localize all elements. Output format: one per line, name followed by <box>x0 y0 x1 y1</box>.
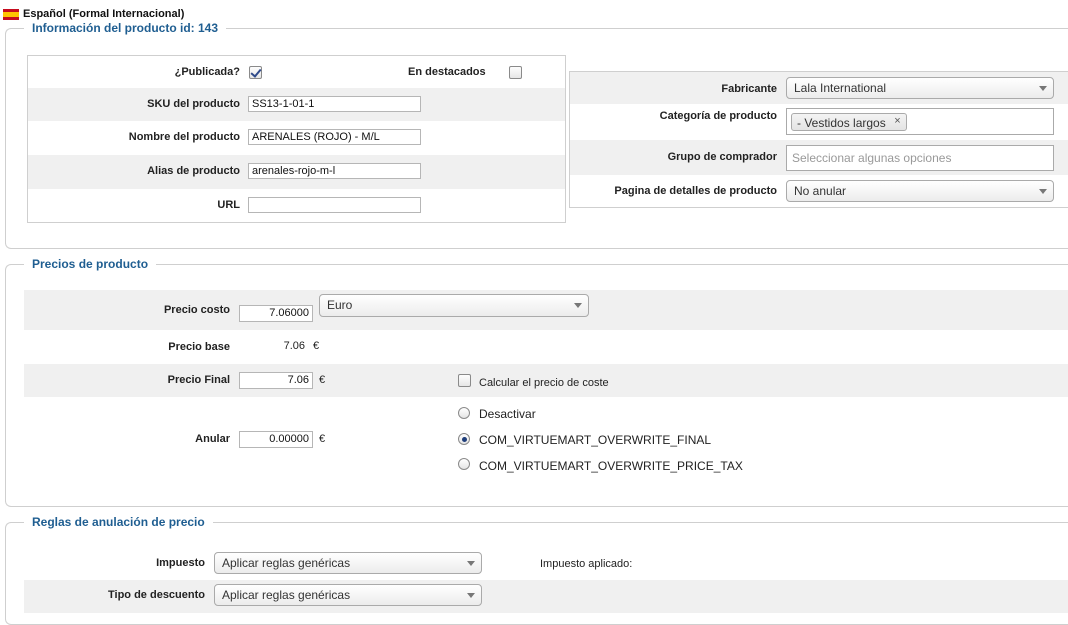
final-input[interactable]: 7.06 <box>239 372 313 389</box>
shopper-group-label: Grupo de comprador <box>667 151 777 163</box>
featured-checkbox[interactable] <box>509 66 522 79</box>
chevron-down-icon <box>467 593 475 598</box>
language-indicator: Español (Formal Internacional) <box>3 8 184 20</box>
category-label: Categoría de producto <box>659 110 777 122</box>
shopper-group-placeholder: Seleccionar algunas opciones <box>792 151 952 165</box>
category-tag: - Vestidos largos × <box>791 113 907 131</box>
details-page-row: Pagina de detalles de producto No anular <box>570 175 1068 208</box>
final-currency-symbol: € <box>319 374 326 386</box>
url-input[interactable] <box>248 197 421 213</box>
category-row: Categoría de producto - Vestidos largos … <box>570 104 1068 140</box>
chevron-down-icon <box>1039 189 1047 194</box>
override-option-price-tax: COM_VIRTUEMART_OVERWRITE_PRICE_TAX <box>479 459 743 473</box>
alias-label: Alias de producto <box>147 165 240 177</box>
discount-value: Aplicar reglas genéricas <box>222 588 351 602</box>
rules-panel: Impuesto Aplicar reglas genéricas Impues… <box>24 548 1068 616</box>
cost-input[interactable]: 7.06000 <box>239 305 313 322</box>
prices-legend: Precios de producto <box>32 257 149 271</box>
prices-panel: Precio costo 7.06000 Euro Precio base 7.… <box>24 290 1068 482</box>
product-basic-panel: ¿Publicada? En destacados SKU del produc… <box>27 55 566 223</box>
base-value: 7.06 <box>239 339 305 353</box>
product-extra-panel: Fabricante Lala International Categoría … <box>569 71 1068 208</box>
override-option-disable: Desactivar <box>479 407 536 421</box>
override-currency-symbol: € <box>319 433 326 445</box>
cost-label: Precio costo <box>163 304 230 316</box>
override-input[interactable]: 0.00000 <box>239 431 313 448</box>
tax-value: Aplicar reglas genéricas <box>222 556 351 570</box>
tax-select[interactable]: Aplicar reglas genéricas <box>214 552 482 574</box>
base-row: Precio base 7.06 € <box>24 330 1068 364</box>
name-row: Nombre del producto ARENALES (ROJO) - M/… <box>28 121 565 155</box>
cost-row: Precio costo 7.06000 Euro <box>24 290 1068 330</box>
override-label: Anular <box>195 433 230 445</box>
tax-label: Impuesto <box>156 557 205 569</box>
final-row: Precio Final 7.06 € Calcular el precio d… <box>24 364 1068 397</box>
applied-tax-label: Impuesto aplicado: <box>540 558 633 570</box>
details-page-select[interactable]: No anular <box>786 180 1054 202</box>
chevron-down-icon <box>467 561 475 566</box>
manufacturer-select[interactable]: Lala International <box>786 77 1054 99</box>
calc-cost-checkbox[interactable] <box>458 374 471 387</box>
name-input[interactable]: ARENALES (ROJO) - M/L <box>248 129 421 145</box>
discount-row: Tipo de descuento Aplicar reglas genéric… <box>24 580 1068 613</box>
override-option-final: COM_VIRTUEMART_OVERWRITE_FINAL <box>479 433 712 447</box>
chevron-down-icon <box>574 303 582 308</box>
alias-row: Alias de producto arenales-rojo-m-l <box>28 155 565 189</box>
manufacturer-row: Fabricante Lala International <box>570 72 1068 104</box>
sku-label: SKU del producto <box>147 98 240 110</box>
manufacturer-label: Fabricante <box>721 83 777 95</box>
url-label: URL <box>217 199 240 211</box>
category-multiselect[interactable]: - Vestidos largos × <box>786 108 1054 135</box>
featured-label: En destacados <box>408 66 486 78</box>
published-row: ¿Publicada? En destacados <box>28 56 565 88</box>
details-page-label: Pagina de detalles de producto <box>614 185 777 197</box>
url-row: URL <box>28 189 565 222</box>
shopper-group-row: Grupo de comprador Seleccionar algunas o… <box>570 140 1068 175</box>
discount-select[interactable]: Aplicar reglas genéricas <box>214 584 482 606</box>
manufacturer-value: Lala International <box>794 81 887 95</box>
base-currency-symbol: € <box>313 340 320 352</box>
details-page-value: No anular <box>794 184 847 198</box>
sku-row: SKU del producto SS13-1-01-1 <box>28 88 565 121</box>
override-radio-price-tax[interactable] <box>458 458 470 470</box>
spain-flag-icon <box>3 8 19 20</box>
calc-cost-label: Calcular el precio de coste <box>479 377 609 389</box>
chevron-down-icon <box>1039 86 1047 91</box>
language-label: Español (Formal Internacional) <box>23 8 185 20</box>
tax-row: Impuesto Aplicar reglas genéricas Impues… <box>24 548 1068 580</box>
close-icon[interactable]: × <box>894 115 900 127</box>
override-radio-final[interactable] <box>458 433 470 445</box>
published-label: ¿Publicada? <box>174 66 240 78</box>
currency-value: Euro <box>327 298 353 312</box>
sku-input[interactable]: SS13-1-01-1 <box>248 96 421 112</box>
override-row: Anular 0.00000 € Desactivar COM_VIRTUEMA… <box>24 397 1068 482</box>
override-radio-disable[interactable] <box>458 407 470 419</box>
product-info-legend: Información del producto id: 143 <box>32 21 219 35</box>
category-tag-label: - Vestidos largos <box>797 116 886 130</box>
name-label: Nombre del producto <box>128 131 240 143</box>
published-checkbox[interactable] <box>249 66 262 79</box>
base-label: Precio base <box>168 341 230 353</box>
currency-select[interactable]: Euro <box>319 294 589 317</box>
rules-legend: Reglas de anulación de precio <box>32 515 205 529</box>
discount-label: Tipo de descuento <box>108 589 205 601</box>
shopper-group-input[interactable]: Seleccionar algunas opciones <box>786 145 1054 171</box>
final-label: Precio Final <box>167 374 230 386</box>
alias-input[interactable]: arenales-rojo-m-l <box>248 163 421 179</box>
